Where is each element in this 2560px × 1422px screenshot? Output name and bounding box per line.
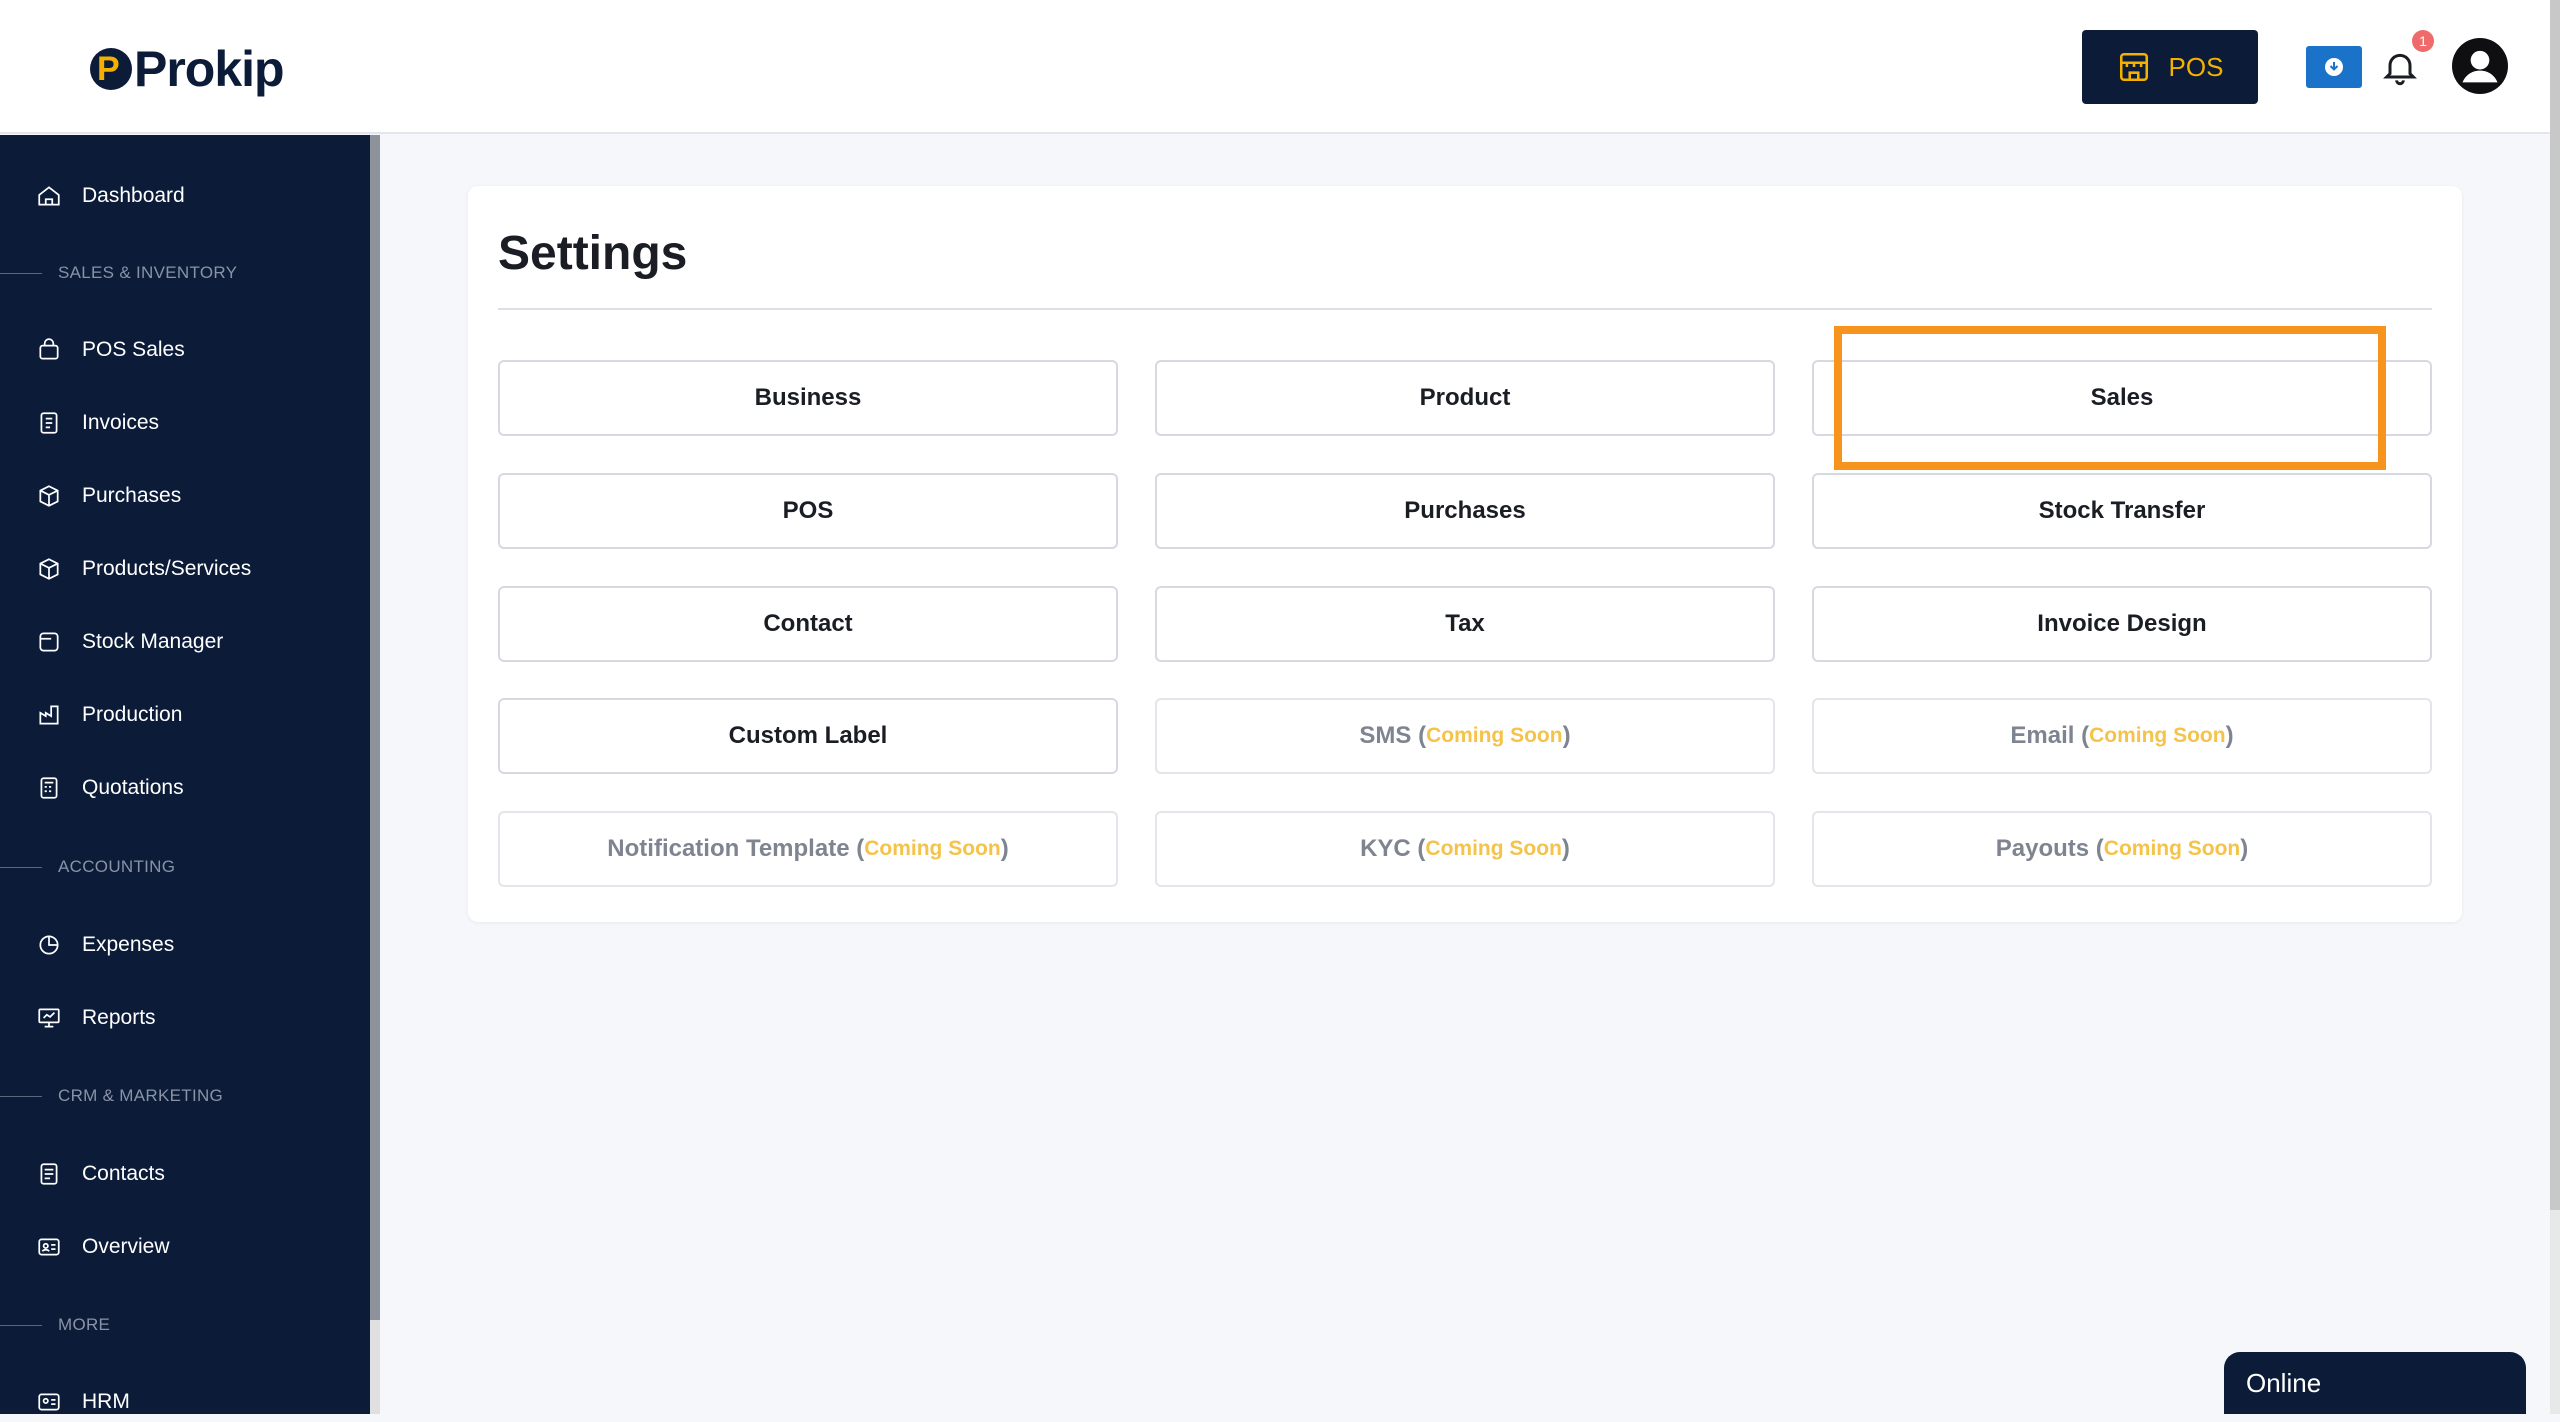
- settings-tile-email: Email (Coming Soon): [1812, 698, 2432, 774]
- sidebar-item-production[interactable]: Production: [36, 695, 182, 735]
- sidebar-item-label: HRM: [82, 1390, 130, 1413]
- factory-icon: [39, 705, 59, 725]
- package-icon: [39, 485, 59, 507]
- stock-icon: [39, 632, 59, 652]
- download-button[interactable]: [2306, 46, 2362, 88]
- section-label-sales-inventory: SALES & INVENTORY: [0, 258, 237, 288]
- pos-button[interactable]: POS: [2082, 30, 2258, 104]
- sidebar-item-label: Purchases: [82, 484, 182, 507]
- presentation-icon: [38, 1008, 60, 1028]
- box-icon: [39, 558, 59, 580]
- notification-badge: 1: [2412, 30, 2434, 52]
- sidebar-item-label: Production: [82, 703, 183, 726]
- sidebar-scrollbar-track: [370, 1320, 380, 1414]
- sidebar-item-label: Dashboard: [82, 184, 185, 207]
- id-card-icon: [38, 1238, 60, 1256]
- page-scrollbar-thumb[interactable]: [2550, 0, 2560, 1210]
- title-divider: [498, 308, 2432, 310]
- sidebar-item-pos-sales[interactable]: POS Sales: [36, 330, 185, 370]
- sales-highlight-box: [1834, 326, 2386, 470]
- sidebar-item-label: Overview: [82, 1235, 170, 1258]
- settings-tile-stock-transfer[interactable]: Stock Transfer: [1812, 473, 2432, 549]
- sidebar-item-stock-manager[interactable]: Stock Manager: [36, 622, 223, 662]
- online-status-widget[interactable]: Online: [2224, 1352, 2526, 1414]
- coming-soon-label: Coming Soon: [1425, 837, 1562, 860]
- page-title: Settings: [498, 227, 688, 280]
- settings-tile-pos[interactable]: POS: [498, 473, 1118, 549]
- settings-tile-purchases[interactable]: Purchases: [1155, 473, 1775, 549]
- sidebar-item-expenses[interactable]: Expenses: [36, 925, 174, 965]
- prokip-logo[interactable]: P Prokip: [90, 40, 285, 98]
- sidebar-item-label: POS Sales: [82, 338, 185, 361]
- sidebar-item-dashboard[interactable]: Dashboard: [36, 176, 185, 216]
- store-icon: [2119, 52, 2148, 82]
- section-label-accounting: ACCOUNTING: [0, 852, 175, 882]
- sidebar-item-invoices[interactable]: Invoices: [36, 403, 159, 443]
- sidebar-item-products-services[interactable]: Products/Services: [36, 549, 251, 589]
- id-badge-icon: [38, 1393, 60, 1411]
- calculator-icon: [40, 777, 58, 799]
- home-icon: [38, 186, 60, 206]
- sidebar-scrollbar[interactable]: [370, 135, 380, 1414]
- settings-tile-custom-label[interactable]: Custom Label: [498, 698, 1118, 774]
- settings-tile-notification-template: Notification Template (Coming Soon): [498, 811, 1118, 887]
- sidebar-item-hrm[interactable]: HRM: [36, 1382, 130, 1422]
- bell-icon[interactable]: [2380, 46, 2420, 88]
- coming-soon-label: Coming Soon: [2103, 837, 2241, 860]
- settings-tile-invoice-design[interactable]: Invoice Design: [1812, 586, 2432, 662]
- sidebar-item-contacts[interactable]: Contacts: [36, 1154, 165, 1194]
- coming-soon-label: Coming Soon: [864, 837, 1001, 860]
- sidebar-item-label: Invoices: [82, 411, 160, 434]
- settings-tile-product[interactable]: Product: [1155, 360, 1775, 436]
- pos-button-label: POS: [2168, 51, 2224, 82]
- brand-name: Prokip: [134, 41, 285, 97]
- settings-tile-business[interactable]: Business: [498, 360, 1118, 436]
- pie-chart-icon: [39, 935, 59, 955]
- settings-tile-sms: SMS (Coming Soon): [1155, 698, 1775, 774]
- sidebar-item-label: Expenses: [82, 933, 175, 956]
- sidebar-item-label: Stock Manager: [82, 630, 224, 653]
- sidebar-item-quotations[interactable]: Quotations: [36, 768, 184, 808]
- sidebar-item-reports[interactable]: Reports: [36, 998, 156, 1038]
- invoice-icon: [40, 412, 58, 434]
- sidebar-item-label: Reports: [82, 1006, 156, 1029]
- settings-tile-payouts: Payouts (Coming Soon): [1812, 811, 2432, 887]
- section-label-more: MORE: [0, 1310, 110, 1340]
- settings-tile-contact[interactable]: Contact: [498, 586, 1118, 662]
- sidebar-item-label: Products/Services: [82, 557, 252, 580]
- bag-icon: [39, 338, 59, 360]
- sidebar-item-purchases[interactable]: Purchases: [36, 476, 181, 516]
- download-icon: [2325, 58, 2343, 76]
- user-avatar-icon[interactable]: [2452, 38, 2508, 94]
- coming-soon-label: Coming Soon: [2089, 724, 2226, 747]
- sidebar-item-label: Quotations: [82, 776, 184, 799]
- prokip-logo-mark: P: [90, 48, 132, 90]
- sidebar-item-overview[interactable]: Overview: [36, 1227, 170, 1267]
- settings-tile-kyc: KYC (Coming Soon): [1155, 811, 1775, 887]
- settings-tile-tax[interactable]: Tax: [1155, 586, 1775, 662]
- coming-soon-label: Coming Soon: [1426, 724, 1563, 747]
- sidebar-item-label: Contacts: [82, 1162, 165, 1185]
- section-label-crm-marketing: CRM & MARKETING: [0, 1081, 223, 1111]
- contacts-icon: [40, 1163, 58, 1185]
